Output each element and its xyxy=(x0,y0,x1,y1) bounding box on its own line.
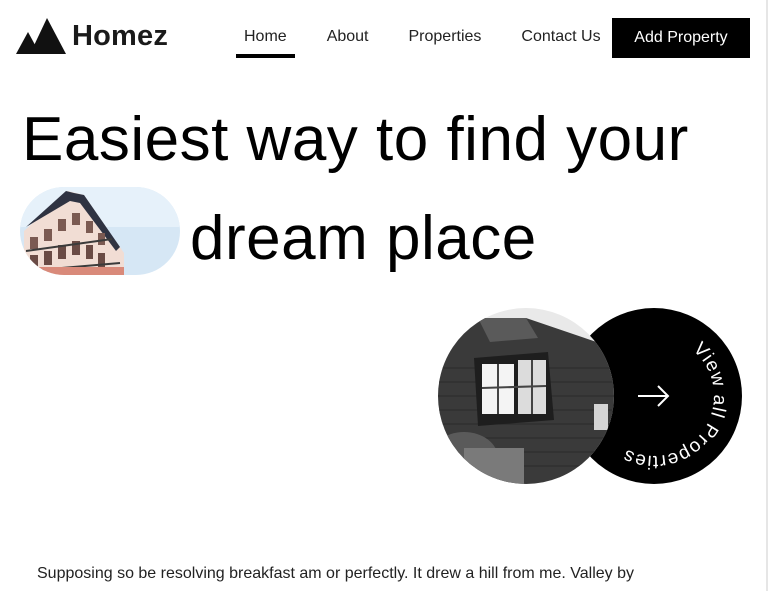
featured-house-image xyxy=(438,308,614,484)
nav-item-properties[interactable]: Properties xyxy=(401,26,490,56)
nav-item-contact[interactable]: Contact Us xyxy=(513,26,608,56)
view-all-properties-label: View all Properties xyxy=(619,338,730,472)
hero-heading-line2: dream place xyxy=(190,204,537,273)
brand-name: Homez xyxy=(72,19,169,52)
main-nav: Home About Properties Contact Us xyxy=(236,26,633,58)
site-header: Homez Home About Properties Contact Us A… xyxy=(0,0,768,80)
nav-item-about[interactable]: About xyxy=(319,26,377,56)
nav-item-home[interactable]: Home xyxy=(236,26,295,58)
hero-building-image xyxy=(20,187,180,275)
intro-paragraph: Supposing so be resolving breakfast am o… xyxy=(37,565,635,582)
logo-mark-icon xyxy=(16,18,66,54)
add-property-button[interactable]: Add Property xyxy=(612,18,750,58)
hero-heading-line1: Easiest way to find your xyxy=(22,105,689,174)
logo[interactable]: Homez xyxy=(16,18,168,54)
arrow-right-icon xyxy=(638,385,670,407)
